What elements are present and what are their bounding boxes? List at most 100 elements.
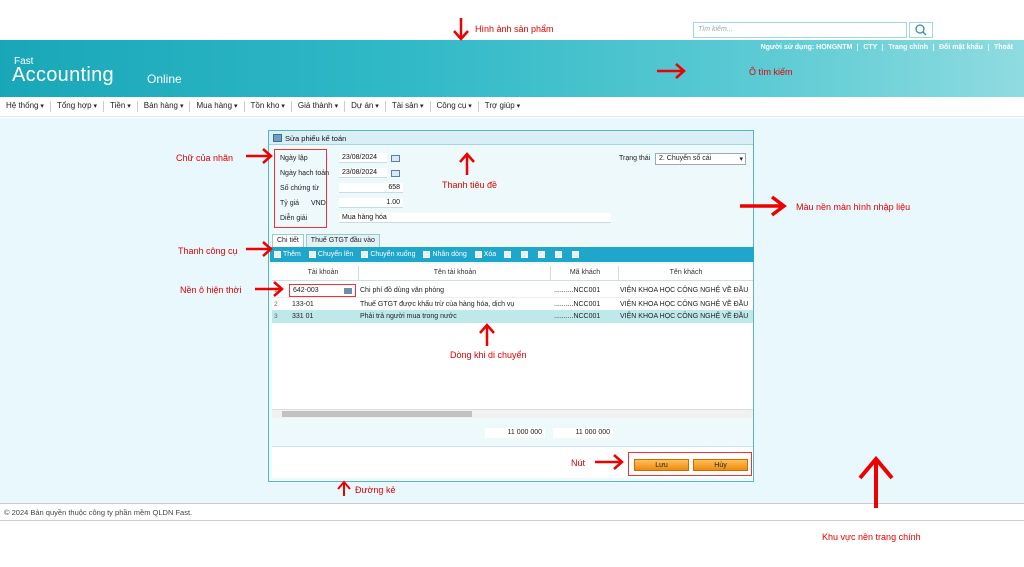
user-link[interactable]: Người sử dụng: HONGNTM <box>756 44 858 51</box>
cancel-button[interactable]: Hủy <box>693 459 748 471</box>
annotation-current-cell: Nền ô hiện thời <box>180 285 242 295</box>
col-customer-code[interactable]: Mã khách <box>552 269 618 276</box>
duplicate-row-label: Nhân dòng <box>432 251 467 258</box>
table-row-hover[interactable]: 3 331 01 Phải trả người mua trong nước .… <box>272 310 753 323</box>
ty-gia-value: 1.00 <box>386 199 400 206</box>
total-credit: 11 000 000 <box>553 428 613 438</box>
ngay-hach-toan-input[interactable]: 23/08/2024 <box>339 168 387 178</box>
columns-button[interactable] <box>568 251 585 258</box>
currency-value[interactable]: VND <box>311 200 326 207</box>
dialog-title-bar[interactable]: Sửa phiếu kế toán <box>269 131 753 145</box>
move-down-label: Chuyển xuống <box>370 251 416 258</box>
nav-mua-hang[interactable]: Mua hàng <box>190 101 245 112</box>
delete-icon <box>474 251 482 258</box>
table-row[interactable]: 2 133-01 Thuế GTGT được khấu trừ của hàn… <box>272 297 753 310</box>
col-customer-name[interactable]: Tên khách <box>620 269 752 276</box>
arrow-up-icon <box>858 455 894 508</box>
grid-icon <box>504 251 512 258</box>
account-cell: 133-01 <box>292 301 314 308</box>
nav-du-an[interactable]: Dự án <box>345 101 386 112</box>
arrow-right-icon <box>657 63 686 79</box>
delete-row-label: Xóa <box>483 251 497 258</box>
add-row-label: Thêm <box>283 251 301 258</box>
grid-toolbar: Thêm Chuyển lên Chuyển xuống Nhân dòng X… <box>270 247 754 262</box>
label-ty-gia: Tỷ giá <box>280 200 300 207</box>
filter-button[interactable] <box>517 251 534 258</box>
so-chung-tu-value: 658 <box>388 184 400 191</box>
tab-thue-gtgt[interactable]: Thuế GTGT đầu vào <box>305 234 380 247</box>
row-number: 3 <box>274 313 278 320</box>
move-down-button[interactable]: Chuyển xuống <box>357 251 419 258</box>
calendar-icon[interactable] <box>391 155 400 162</box>
detail-tabs: Chi tiết Thuế GTGT đầu vào <box>272 234 382 247</box>
arrow-down-icon <box>453 18 469 41</box>
logout-link[interactable]: Thoát <box>987 44 1018 51</box>
account-cell: 331 01 <box>292 313 314 320</box>
customer-code-cell: ..........NCC001 <box>554 301 601 308</box>
sort-icon <box>538 251 546 258</box>
app-header: Fast Accounting Online Người sử dụng: HO… <box>0 40 1024 97</box>
ty-gia-input[interactable]: 1.00 <box>339 198 403 208</box>
nav-ban-hang[interactable]: Bán hàng <box>138 101 191 112</box>
add-row-button[interactable]: Thêm <box>270 251 305 258</box>
move-up-label: Chuyển lên <box>317 251 354 258</box>
nav-tien[interactable]: Tiền <box>104 101 138 112</box>
tab-chi-tiet[interactable]: Chi tiết <box>272 234 304 247</box>
label-ngay-hach-toan: Ngày hạch toán <box>280 170 330 177</box>
search-button[interactable] <box>909 22 933 38</box>
nav-cong-cu[interactable]: Công cụ <box>431 101 479 112</box>
col-divider <box>550 266 551 280</box>
nav-tong-hop[interactable]: Tổng hợp <box>51 101 105 112</box>
annotation-label-text: Chữ của nhãn <box>176 153 234 163</box>
scrollbar-thumb[interactable] <box>282 411 472 417</box>
export-button[interactable] <box>551 251 568 258</box>
customer-code-cell: ..........NCC001 <box>554 313 601 320</box>
nav-ton-kho[interactable]: Tồn kho <box>245 101 292 112</box>
voucher-dialog: Sửa phiếu kế toán Ngày lập 23/08/2024 Ng… <box>268 130 754 482</box>
annotation-toolbar: Thanh công cụ <box>178 246 238 256</box>
sort-button[interactable] <box>534 251 551 258</box>
grid-settings-button[interactable] <box>500 251 517 258</box>
change-password-link[interactable]: Đổi mật khẩu <box>932 44 988 51</box>
delete-row-button[interactable]: Xóa <box>471 251 500 258</box>
calendar-icon[interactable] <box>391 170 400 177</box>
col-account[interactable]: Tài khoản <box>290 269 356 276</box>
main-nav: Hệ thống Tổng hợp Tiền Bán hàng Mua hàng… <box>0 97 1024 117</box>
arrow-down-icon <box>361 251 369 258</box>
current-cell[interactable]: 642-003 <box>289 284 356 297</box>
dien-giai-value: Mua hàng hóa <box>342 214 387 221</box>
search-input[interactable]: Tìm kiếm... <box>693 22 907 38</box>
dien-giai-input[interactable]: Mua hàng hóa <box>339 213 611 223</box>
search-icon <box>915 24 927 36</box>
ngay-lap-value: 23/08/2024 <box>342 154 378 161</box>
move-up-button[interactable]: Chuyển lên <box>305 251 357 258</box>
duplicate-row-button[interactable]: Nhân dòng <box>419 251 470 258</box>
col-account-name[interactable]: Tên tài khoản <box>360 269 550 276</box>
add-icon <box>274 251 281 258</box>
status-select[interactable]: 2. Chuyển sổ cái <box>655 153 746 165</box>
nav-tro-giup[interactable]: Trợ giúp <box>479 101 526 112</box>
ngay-lap-input[interactable]: 23/08/2024 <box>339 153 387 163</box>
col-divider <box>618 266 619 280</box>
customer-code-cell: ..........NCC001 <box>554 287 601 294</box>
label-so-chung-tu: Số chứng từ <box>280 185 319 192</box>
nav-gia-thanh[interactable]: Giá thành <box>292 101 346 112</box>
label-trang-thai: Trạng thái <box>619 155 651 162</box>
home-link[interactable]: Trang chính <box>882 44 933 51</box>
account-cell: 642-003 <box>293 287 319 294</box>
lookup-icon[interactable] <box>344 288 352 294</box>
customer-name-cell: VIỆN KHOA HỌC CÔNG NGHỆ VỀ ĐẦU <box>620 301 749 308</box>
arrow-right-icon <box>246 148 273 164</box>
company-link[interactable]: CTY <box>857 44 882 51</box>
arrow-up-icon <box>337 480 351 496</box>
ngay-hach-toan-value: 23/08/2024 <box>342 169 378 176</box>
so-chung-tu-input[interactable]: 658 <box>339 183 403 193</box>
customer-name-cell: VIỆN KHOA HỌC CÔNG NGHỆ VỀ ĐẦU <box>620 287 749 294</box>
table-row[interactable]: 1 642-003 Chi phí đồ dùng văn phòng ....… <box>272 284 753 297</box>
nav-he-thong[interactable]: Hệ thống <box>0 101 51 112</box>
nav-tai-san[interactable]: Tài sản <box>386 101 431 112</box>
arrow-right-icon <box>246 241 273 257</box>
label-ngay-lap: Ngày lập <box>280 155 308 162</box>
horizontal-scrollbar[interactable] <box>272 409 753 418</box>
save-button[interactable]: Lưu <box>634 459 689 471</box>
